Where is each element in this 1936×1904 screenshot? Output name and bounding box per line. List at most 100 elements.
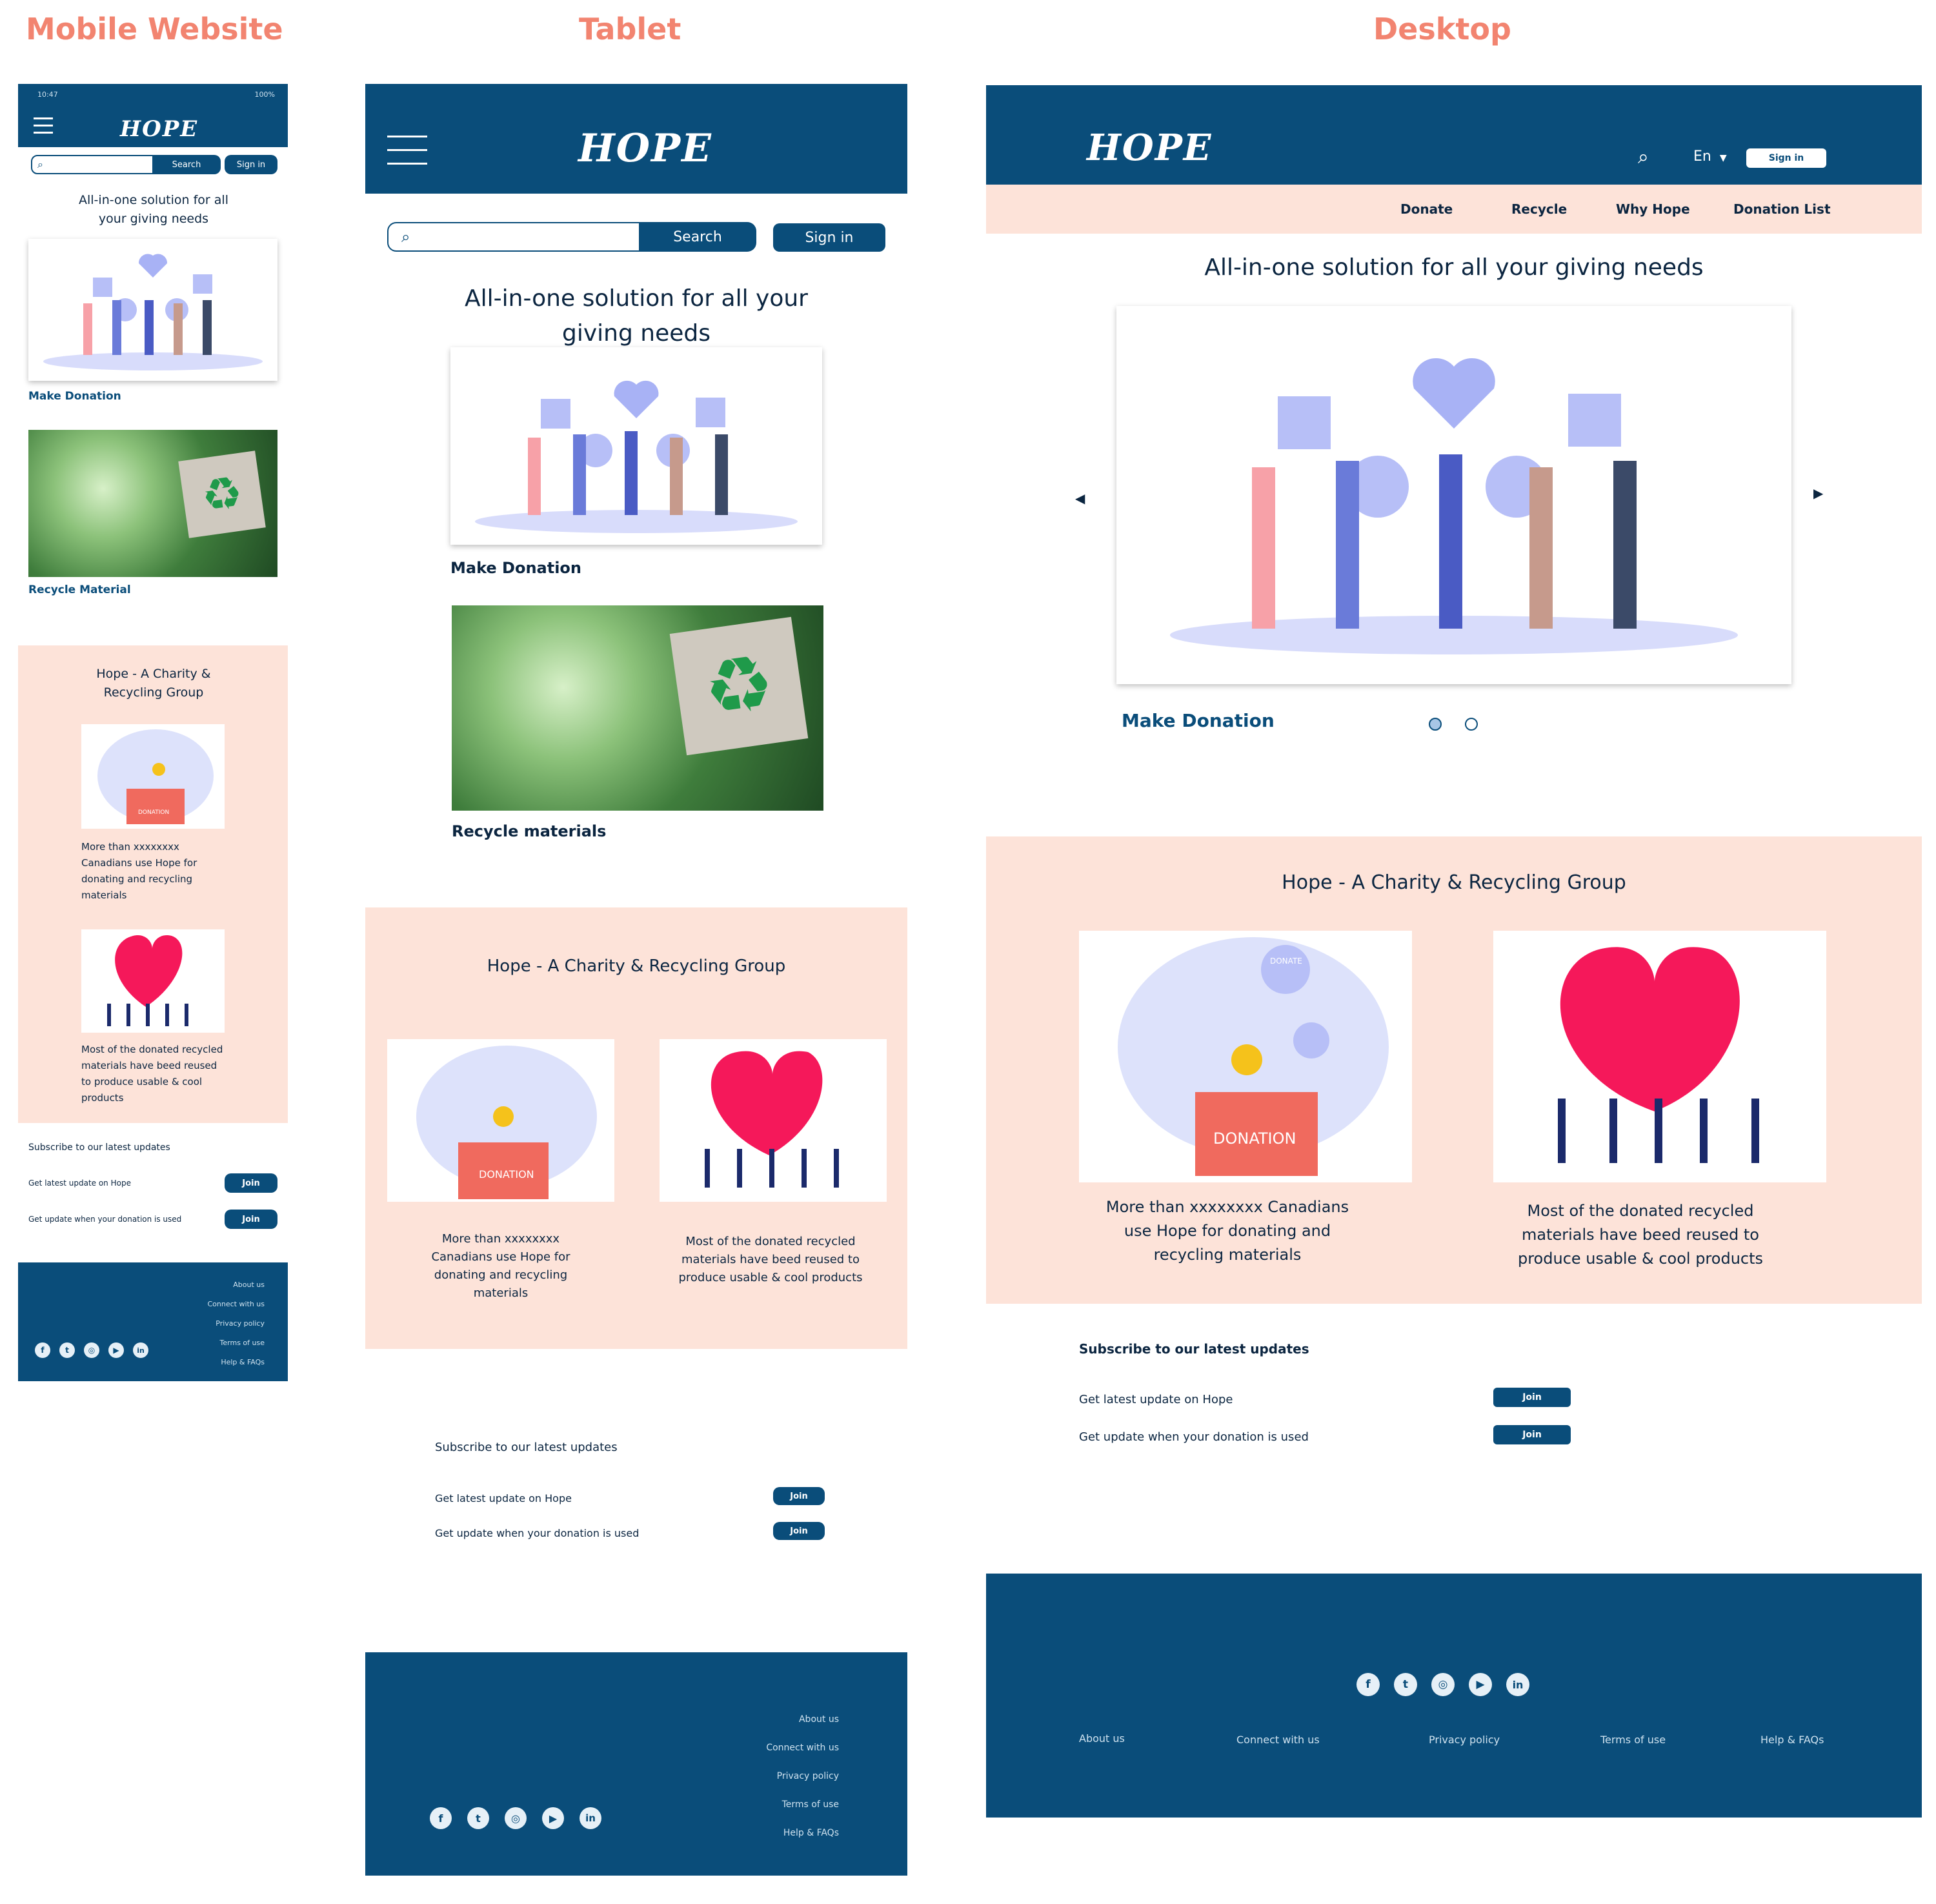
footer-link-terms[interactable]: Terms of use xyxy=(207,1333,265,1353)
footer-link-terms[interactable]: Terms of use xyxy=(766,1790,839,1819)
mobile-recycle-material-label[interactable]: Recycle Material xyxy=(28,583,131,596)
linkedin-icon[interactable]: in xyxy=(1506,1673,1529,1696)
footer-link-connect[interactable]: Connect with us xyxy=(1236,1734,1320,1746)
desktop-join-button-1[interactable]: Join xyxy=(1493,1388,1571,1407)
footer-link-terms[interactable]: Terms of use xyxy=(1600,1734,1666,1746)
desktop-about-section: Hope - A Charity & Recycling Group DONAT… xyxy=(986,836,1922,1304)
carousel-dot[interactable] xyxy=(1465,718,1478,731)
tablet-sign-in-button[interactable]: Sign in xyxy=(773,223,885,252)
tablet-stat-1: More than xxxxxxxx Canadians use Hope fo… xyxy=(431,1232,570,1300)
logo-text: HOPE xyxy=(1087,127,1213,169)
footer-link-privacy[interactable]: Privacy policy xyxy=(766,1762,839,1790)
logo[interactable]: HOPE xyxy=(1087,125,1212,170)
footer-link-connect[interactable]: Connect with us xyxy=(766,1734,839,1762)
mobile-donation-illustration[interactable] xyxy=(28,239,277,381)
mobile-subscribe-title: Subscribe to our latest updates xyxy=(28,1142,170,1153)
mobile-sign-in-button[interactable]: Sign in xyxy=(225,155,277,174)
facebook-icon[interactable]: f xyxy=(430,1807,452,1829)
language-selector[interactable]: En ▼ xyxy=(1693,148,1727,165)
instagram-icon[interactable]: ◎ xyxy=(505,1807,527,1829)
recycle-icon: ♻ xyxy=(669,616,809,756)
footer-link-help[interactable]: Help & FAQs xyxy=(766,1819,839,1847)
logo-text: HOPE xyxy=(578,126,712,171)
recycle-icon: ♻ xyxy=(178,451,266,538)
footer-link-privacy[interactable]: Privacy policy xyxy=(207,1314,265,1333)
carousel-dot-active[interactable] xyxy=(1429,718,1442,731)
footer-link-help[interactable]: Help & FAQs xyxy=(1760,1734,1824,1746)
linkedin-icon[interactable]: in xyxy=(580,1807,601,1829)
mobile-stat-1: More than xxxxxxxx Canadians use Hope fo… xyxy=(81,841,197,901)
desktop-subscribe-title: Subscribe to our latest updates xyxy=(1079,1341,1309,1357)
tablet-make-donation-label[interactable]: Make Donation xyxy=(450,559,581,577)
search-icon[interactable]: ⌕ xyxy=(1638,146,1649,168)
carousel-prev-arrow-icon[interactable]: ◀ xyxy=(1075,491,1085,506)
search-icon: ⌕ xyxy=(37,158,43,170)
twitter-icon[interactable]: t xyxy=(59,1342,75,1358)
donate-badge-text: DONATE xyxy=(1270,957,1302,966)
footer-link-help[interactable]: Help & FAQs xyxy=(207,1353,265,1372)
facebook-icon[interactable]: f xyxy=(35,1342,50,1358)
tablet-stat-2: Most of the donated recycled materials h… xyxy=(678,1235,863,1284)
tablet-subscribe-label-2: Get update when your donation is used xyxy=(435,1527,640,1539)
hamburger-menu-icon[interactable] xyxy=(387,136,427,165)
mobile-make-donation-label[interactable]: Make Donation xyxy=(28,390,121,403)
footer-link-privacy[interactable]: Privacy policy xyxy=(1429,1734,1500,1746)
twitter-icon[interactable]: t xyxy=(1394,1673,1417,1696)
tablet-recycle-photo[interactable]: ♻ xyxy=(452,605,823,811)
desktop-sign-in-button[interactable]: Sign in xyxy=(1746,148,1826,168)
youtube-icon[interactable]: ▶ xyxy=(542,1807,564,1829)
desktop-donation-carousel-slide[interactable] xyxy=(1116,306,1791,684)
logo[interactable]: HOPE xyxy=(578,123,712,174)
mobile-search-button[interactable]: Search xyxy=(152,155,221,174)
desktop-stat-2: Most of the donated recycled materials h… xyxy=(1517,1202,1764,1268)
instagram-icon[interactable]: ◎ xyxy=(84,1342,99,1358)
tablet-recycle-materials-label[interactable]: Recycle materials xyxy=(452,822,606,840)
mobile-join-button-1[interactable]: Join xyxy=(225,1173,277,1193)
mobile-donation-box-label: DONATION xyxy=(138,809,170,816)
tablet-footer-links: About us Connect with us Privacy policy … xyxy=(766,1705,839,1847)
tablet-frame: HOPE ⌕ Search Sign in All-in-one solutio… xyxy=(365,84,907,1878)
tablet-search-button[interactable]: Search xyxy=(639,222,756,252)
carousel-next-arrow-icon[interactable]: ▶ xyxy=(1813,485,1823,501)
youtube-icon[interactable]: ▶ xyxy=(1469,1673,1492,1696)
desktop-footer: f t ◎ ▶ in About us Connect with us Priv… xyxy=(986,1574,1922,1818)
tablet-join-button-2[interactable]: Join xyxy=(773,1522,825,1540)
footer-link-about[interactable]: About us xyxy=(207,1275,265,1295)
mobile-heading: Mobile Website xyxy=(26,12,283,46)
mobile-footer: About us Connect with us Privacy policy … xyxy=(18,1262,288,1381)
nav-why-hope[interactable]: Why Hope xyxy=(1616,201,1690,217)
desktop-social-icons: f t ◎ ▶ in xyxy=(1356,1673,1529,1696)
facebook-icon[interactable]: f xyxy=(1356,1673,1380,1696)
twitter-icon[interactable]: t xyxy=(467,1807,489,1829)
tablet-search-input[interactable]: ⌕ xyxy=(387,222,640,252)
desktop-stat-1: More than xxxxxxxx Canadians use Hope fo… xyxy=(1105,1198,1349,1264)
desktop-join-button-2[interactable]: Join xyxy=(1493,1425,1571,1444)
mobile-subscribe-label-2: Get update when your donation is used xyxy=(28,1215,182,1224)
nav-donate[interactable]: Donate xyxy=(1400,201,1453,217)
tablet-donation-illustration[interactable] xyxy=(450,347,822,545)
mobile-social-icons: f t ◎ ▶ in xyxy=(35,1342,148,1358)
tablet-footer: About us Connect with us Privacy policy … xyxy=(365,1652,907,1876)
footer-link-connect[interactable]: Connect with us xyxy=(207,1295,265,1314)
hamburger-menu-icon[interactable] xyxy=(34,117,53,134)
instagram-icon[interactable]: ◎ xyxy=(1431,1673,1455,1696)
tablet-join-button-1[interactable]: Join xyxy=(773,1487,825,1505)
nav-recycle[interactable]: Recycle xyxy=(1511,201,1567,217)
desktop-make-donation-label[interactable]: Make Donation xyxy=(1122,710,1275,731)
linkedin-icon[interactable]: in xyxy=(133,1342,148,1358)
youtube-icon[interactable]: ▶ xyxy=(108,1342,124,1358)
status-time: 10:47 xyxy=(37,90,58,99)
mobile-search-input[interactable]: ⌕ xyxy=(31,155,154,174)
language-label: En xyxy=(1693,148,1711,165)
tablet-about-section: Hope - A Charity & Recycling Group DONAT… xyxy=(365,907,907,1349)
desktop-hero-title: All-in-one solution for all your giving … xyxy=(1204,254,1704,281)
nav-donation-list[interactable]: Donation List xyxy=(1733,201,1831,217)
mobile-recycle-photo[interactable]: ♻ xyxy=(28,430,277,577)
logo[interactable]: HOPE xyxy=(120,116,198,142)
footer-link-about[interactable]: About us xyxy=(1079,1732,1125,1745)
desktop-nav-bar: Donate Recycle Why Hope Donation List xyxy=(986,185,1922,234)
footer-link-about[interactable]: About us xyxy=(766,1705,839,1734)
mobile-join-button-2[interactable]: Join xyxy=(225,1210,277,1229)
chevron-down-icon: ▼ xyxy=(1719,153,1727,163)
search-icon: ⌕ xyxy=(401,228,410,246)
